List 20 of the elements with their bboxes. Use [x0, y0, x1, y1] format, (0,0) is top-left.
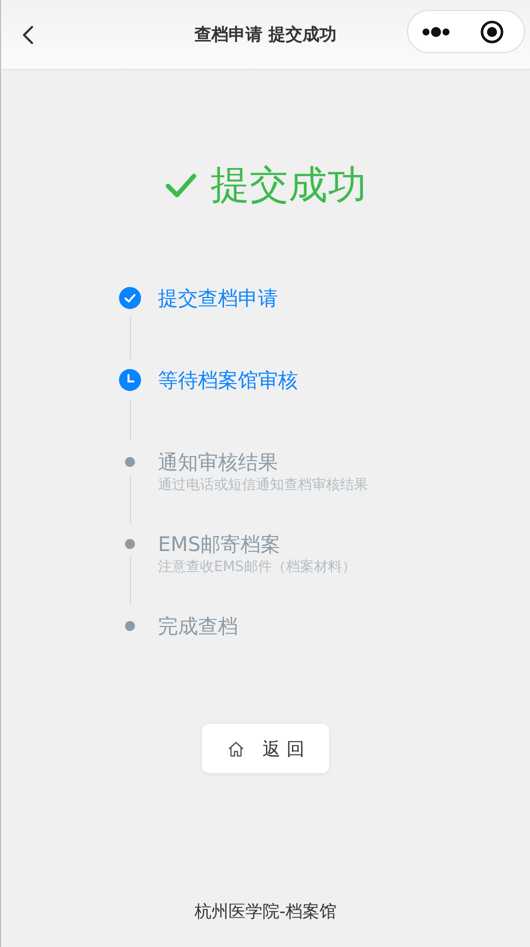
- home-button[interactable]: 返 回: [202, 724, 329, 773]
- step-description: 通过电话或短信通知查档审核结果: [158, 476, 368, 494]
- step-description: 注意查收EMS邮件（档案材料）: [158, 558, 356, 576]
- done-check-icon: [119, 287, 141, 309]
- close-icon[interactable]: [480, 20, 504, 44]
- footer-text: 杭州医学院-档案馆: [193, 901, 338, 924]
- step-dot: [125, 457, 135, 467]
- page-title: 查档申请 提交成功: [194, 24, 336, 46]
- clock-icon: [119, 369, 141, 391]
- more-icon[interactable]: [422, 26, 450, 38]
- step-title: 提交查档申请: [158, 287, 278, 309]
- step-title: 等待档案馆审核: [158, 369, 298, 391]
- step-dot: [125, 539, 135, 549]
- back-icon[interactable]: [21, 24, 35, 46]
- step-dot: [125, 621, 135, 631]
- success-title: 提交成功: [210, 162, 366, 210]
- step-title: 通知审核结果: [158, 451, 279, 473]
- step-title: EMS邮寄档案: [158, 533, 282, 555]
- step-title: 完成查档: [158, 615, 238, 637]
- home-icon: [226, 740, 245, 758]
